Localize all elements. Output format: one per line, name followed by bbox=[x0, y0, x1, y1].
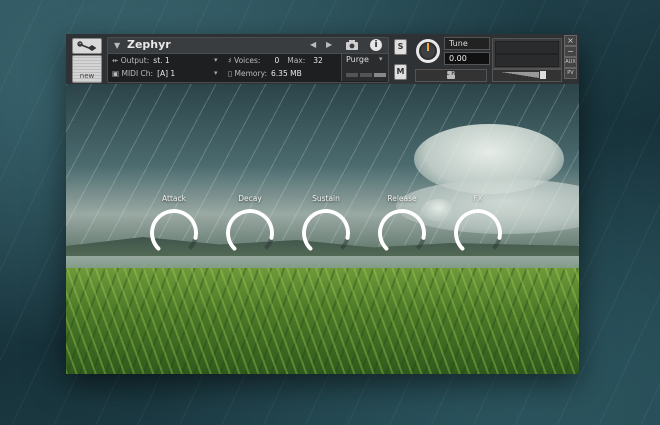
tune-label: Tune bbox=[444, 37, 490, 50]
attack-knob-group: Attack bbox=[144, 194, 204, 256]
wrench-button[interactable] bbox=[72, 38, 102, 54]
river bbox=[66, 256, 579, 268]
new-label: new bbox=[79, 72, 95, 80]
purge-meter-1 bbox=[346, 73, 358, 77]
volume-slider[interactable] bbox=[492, 69, 562, 82]
instrument-window: new ▼ Zephyr ◀ ▶ i ⇷ Output: st. 1 ▾ ▣ M… bbox=[66, 34, 579, 374]
midi-label: MIDI Ch: bbox=[121, 69, 154, 78]
wrench-icon bbox=[77, 41, 97, 51]
instrument-panel: ▼ Zephyr ◀ ▶ i ⇷ Output: st. 1 ▾ ▣ MIDI bbox=[107, 37, 389, 83]
output-level-meter bbox=[492, 38, 562, 69]
tune-knob[interactable] bbox=[415, 38, 441, 64]
meter-bar-right bbox=[495, 54, 559, 67]
memory-label: Memory: bbox=[234, 69, 268, 78]
voices-value: 0 bbox=[274, 56, 280, 65]
tune-value[interactable]: 0.00 bbox=[444, 52, 490, 65]
voices-label: Voices: bbox=[234, 56, 261, 65]
pan-slider[interactable]: L R bbox=[415, 69, 487, 82]
purge-meter-3 bbox=[374, 73, 386, 77]
mute-button[interactable]: M bbox=[394, 64, 407, 80]
decay-label: Decay bbox=[238, 194, 262, 203]
sustain-knob[interactable] bbox=[299, 206, 353, 256]
attack-label: Attack bbox=[162, 194, 186, 203]
instrument-name[interactable]: Zephyr bbox=[127, 38, 171, 51]
fx-knob[interactable] bbox=[451, 206, 505, 256]
collapse-arrow-icon[interactable]: ▼ bbox=[114, 41, 120, 50]
output-value: st. 1 bbox=[153, 56, 170, 65]
memory-row: ▯ Memory: 6.35 MB bbox=[228, 67, 302, 80]
solo-button[interactable]: S bbox=[394, 39, 407, 55]
grass-field bbox=[66, 268, 579, 374]
info-icon[interactable]: i bbox=[370, 39, 382, 51]
new-instrument-button[interactable]: new bbox=[72, 55, 102, 83]
attack-knob-fill bbox=[150, 209, 198, 251]
release-knob-group: Release bbox=[372, 194, 432, 256]
fx-label: FX bbox=[473, 194, 483, 203]
midi-row[interactable]: ▣ MIDI Ch: [A] 1 bbox=[112, 67, 175, 80]
sustain-label: Sustain bbox=[312, 194, 340, 203]
instrument-header: new ▼ Zephyr ◀ ▶ i ⇷ Output: st. 1 ▾ ▣ M… bbox=[66, 34, 579, 84]
purge-dropdown-icon: ▾ bbox=[379, 55, 383, 63]
pv-button[interactable]: PV bbox=[564, 68, 577, 79]
release-label: Release bbox=[387, 194, 417, 203]
output-icon: ⇷ bbox=[112, 56, 119, 65]
midi-dropdown-icon[interactable]: ▾ bbox=[214, 69, 218, 77]
volume-slider-thumb[interactable] bbox=[540, 71, 546, 79]
release-knob-fill bbox=[378, 209, 426, 251]
meter-bar-left bbox=[495, 41, 559, 54]
fx-knob-fill bbox=[454, 209, 502, 251]
sustain-knob-group: Sustain bbox=[296, 194, 356, 256]
output-label: Output: bbox=[120, 56, 150, 65]
camera-icon[interactable] bbox=[345, 39, 359, 51]
next-instrument-icon[interactable]: ▶ bbox=[326, 40, 332, 49]
memory-value: 6.35 MB bbox=[271, 69, 302, 78]
voices-icon: ♯ bbox=[228, 56, 232, 65]
output-row[interactable]: ⇷ Output: st. 1 bbox=[112, 54, 170, 67]
purge-meter-2 bbox=[360, 73, 372, 77]
prev-instrument-icon[interactable]: ◀ bbox=[310, 40, 316, 49]
minimize-icon[interactable]: − bbox=[564, 46, 577, 57]
decay-knob-group: Decay bbox=[220, 194, 280, 256]
output-dropdown-icon[interactable]: ▾ bbox=[214, 56, 218, 64]
attack-knob[interactable] bbox=[147, 206, 201, 256]
decay-knob[interactable] bbox=[223, 206, 277, 256]
purge-label: Purge bbox=[346, 55, 369, 64]
decay-knob-fill bbox=[226, 209, 274, 251]
memory-icon: ▯ bbox=[228, 69, 233, 78]
release-knob[interactable] bbox=[375, 206, 429, 256]
aux-button[interactable]: AUX bbox=[564, 57, 577, 68]
purge-menu[interactable]: Purge ▾ bbox=[341, 54, 388, 81]
close-icon[interactable]: × bbox=[564, 35, 577, 46]
title-bar: ▼ Zephyr ◀ ▶ i bbox=[108, 38, 388, 54]
fx-knob-group: FX bbox=[448, 194, 508, 256]
midi-icon: ▣ bbox=[112, 69, 120, 78]
voices-row: ♯ Voices: 0 Max: 32 bbox=[228, 54, 323, 67]
max-voices-value[interactable]: 32 bbox=[313, 56, 323, 65]
sustain-knob-fill bbox=[302, 209, 350, 251]
midi-value: [A] 1 bbox=[157, 69, 176, 78]
pan-label: L R bbox=[446, 70, 456, 77]
volume-ramp bbox=[501, 72, 539, 78]
max-label: Max: bbox=[287, 56, 306, 65]
